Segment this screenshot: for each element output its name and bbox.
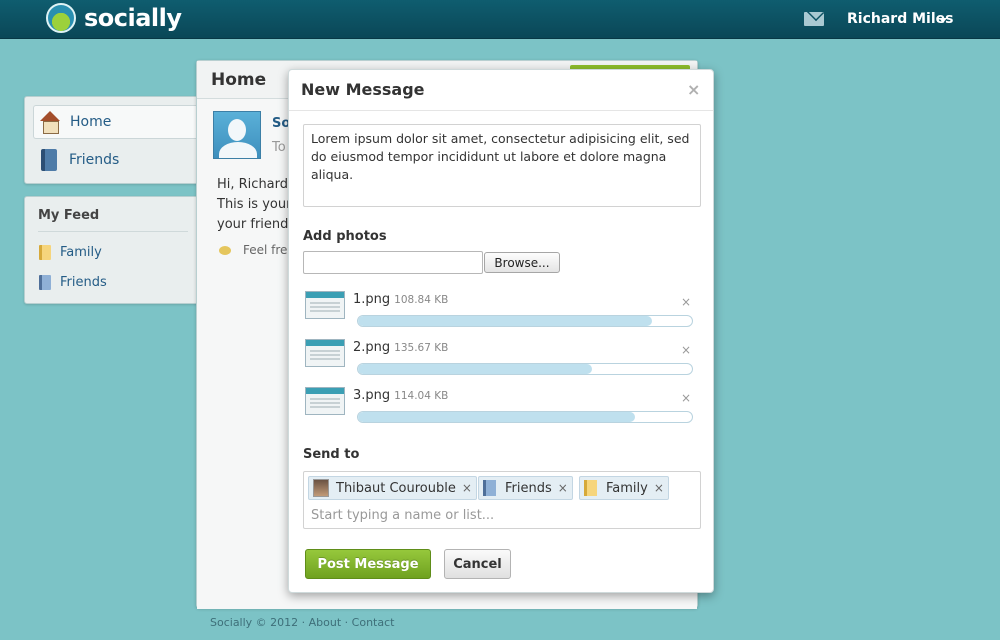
folder-yellow-icon	[39, 245, 51, 260]
sidebar-item-label: Friends	[69, 152, 120, 168]
post-line: your friends	[217, 217, 296, 232]
footer: Socially © 2012 · About · Contact	[210, 616, 395, 629]
remove-recipient-icon[interactable]: ×	[654, 481, 664, 495]
feed-item-label: Friends	[60, 275, 107, 290]
progress-fill	[358, 412, 636, 422]
upload-item: 2.png 135.67 KB ×	[305, 339, 697, 379]
add-photos-label: Add photos	[303, 229, 387, 244]
file-path-field[interactable]	[303, 251, 483, 274]
remove-file-icon[interactable]: ×	[681, 343, 691, 357]
folder-blue-icon	[483, 480, 496, 496]
folder-blue-icon	[39, 275, 51, 290]
recipient-token[interactable]: Thibaut Courouble ×	[308, 476, 477, 500]
sidebar-item-label: Home	[70, 114, 112, 130]
upload-item: 3.png 114.04 KB ×	[305, 387, 697, 427]
sidebar-nav: Home Friends	[24, 96, 203, 184]
remove-recipient-icon[interactable]: ×	[462, 481, 472, 495]
mail-icon[interactable]	[804, 12, 824, 26]
recipient-label: Thibaut Courouble	[336, 480, 456, 496]
recipient-token[interactable]: Family ×	[579, 476, 669, 500]
user-avatar-icon	[313, 479, 329, 497]
image-thumbnail-icon	[305, 339, 345, 367]
sidebar-item-home[interactable]: Home	[33, 105, 203, 139]
folder-yellow-icon	[584, 480, 597, 496]
progress-fill	[358, 364, 592, 374]
sidebar-item-friends[interactable]: Friends	[33, 143, 203, 177]
divider	[289, 110, 713, 111]
message-textarea[interactable]: Lorem ipsum dolor sit amet, consectetur …	[303, 124, 701, 207]
recipient-label: Family	[606, 480, 648, 496]
page-title: Home	[211, 70, 267, 90]
my-feed-panel: My Feed Family Friends	[24, 196, 202, 304]
feed-title: My Feed	[38, 208, 100, 223]
speech-bubble-icon	[219, 245, 231, 255]
close-icon[interactable]: ×	[687, 80, 700, 99]
remove-recipient-icon[interactable]: ×	[558, 481, 568, 495]
recipients-field[interactable]: Thibaut Courouble × Friends × Family ×	[303, 471, 701, 529]
upload-progress-bar	[357, 315, 693, 327]
progress-fill	[358, 316, 652, 326]
recipient-token[interactable]: Friends ×	[478, 476, 573, 500]
remove-file-icon[interactable]: ×	[681, 295, 691, 309]
feed-item-family[interactable]: Family	[39, 245, 102, 260]
upload-progress-bar	[357, 363, 693, 375]
post-hint: Feel free	[219, 243, 295, 257]
upload-file-size: 108.84 KB	[394, 294, 449, 306]
remove-file-icon[interactable]: ×	[681, 391, 691, 405]
chevron-down-icon[interactable]	[939, 18, 947, 23]
book-icon	[41, 149, 57, 171]
browse-button[interactable]: Browse...	[484, 252, 560, 273]
upload-progress-bar	[357, 411, 693, 423]
upload-file-size: 114.04 KB	[394, 390, 449, 402]
new-message-dialog: New Message × Lorem ipsum dolor sit amet…	[288, 69, 714, 593]
upload-item: 1.png 108.84 KB ×	[305, 291, 697, 331]
post-recipient: To	[272, 140, 286, 155]
logo-text: socially	[84, 4, 182, 32]
upload-file-name: 1.png 108.84 KB	[353, 292, 449, 307]
dialog-title: New Message	[301, 80, 425, 99]
recipient-label: Friends	[505, 480, 552, 496]
post-message-button[interactable]: Post Message	[305, 549, 431, 579]
house-icon	[40, 111, 60, 134]
image-thumbnail-icon	[305, 387, 345, 415]
upload-file-size: 135.67 KB	[394, 342, 449, 354]
cancel-button[interactable]: Cancel	[444, 549, 511, 579]
avatar[interactable]	[213, 111, 261, 159]
post-body: Hi, Richard! This is your your friends	[217, 175, 297, 235]
feed-item-friends[interactable]: Friends	[39, 275, 107, 290]
upload-file-name: 3.png 114.04 KB	[353, 388, 449, 403]
upload-file-name: 2.png 135.67 KB	[353, 340, 449, 355]
image-thumbnail-icon	[305, 291, 345, 319]
divider	[38, 231, 188, 232]
send-to-label: Send to	[303, 447, 360, 462]
logo[interactable]: socially	[46, 3, 182, 33]
post-line: Hi, Richard!	[217, 177, 294, 192]
user-menu-name[interactable]: Richard Miles	[847, 11, 953, 27]
recipient-search-input[interactable]	[311, 506, 691, 524]
logo-icon	[46, 3, 76, 33]
top-navigation-bar: socially Richard Miles	[0, 0, 1000, 39]
post-line: This is your	[217, 197, 292, 212]
feed-item-label: Family	[60, 245, 102, 260]
